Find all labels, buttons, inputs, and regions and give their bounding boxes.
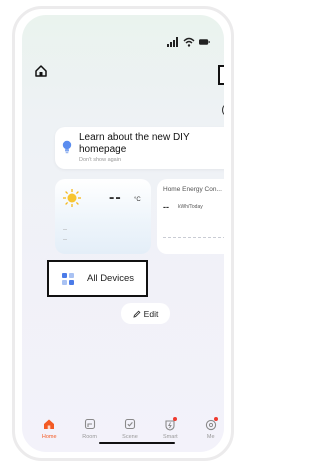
tab-room-label: Room (82, 434, 97, 440)
add-button[interactable] (218, 65, 224, 85)
notification-dot (213, 417, 218, 421)
weather-detail-2: -- (63, 237, 67, 243)
scene-icon (124, 418, 136, 430)
banner-dismiss-link[interactable]: Don't show again (79, 157, 121, 163)
pencil-icon (133, 310, 141, 318)
edit-button[interactable]: Edit (121, 303, 170, 324)
wifi-icon (183, 37, 195, 47)
smart-icon-wrap (164, 417, 178, 431)
app-screen: Learn about the new DIY homepage Don't s… (22, 15, 224, 452)
tab-me[interactable]: Me (193, 417, 224, 440)
weather-card[interactable]: -- °C -- -- (55, 179, 151, 254)
all-devices-label: All Devices (87, 273, 134, 284)
temperature-value: -- (109, 189, 122, 206)
weather-detail-1: -- (63, 227, 67, 233)
bottom-tab-bar: Home Room Scene Smart Me (29, 417, 224, 452)
phone-frame: Learn about the new DIY homepage Don't s… (12, 6, 234, 461)
energy-title: Home Energy Con... (163, 186, 222, 193)
tab-home[interactable]: Home (31, 418, 67, 440)
battery-icon (199, 39, 210, 45)
tab-me-label: Me (206, 434, 215, 440)
room-icon (84, 418, 95, 430)
banner-title: Learn about the new DIY homepage (79, 132, 190, 155)
tab-smart[interactable]: Smart (152, 417, 188, 440)
temperature-unit: °C (134, 197, 141, 203)
me-icon-wrap (205, 417, 218, 431)
signal-icon (167, 37, 178, 47)
tab-room[interactable]: Room (72, 418, 108, 440)
energy-placeholder-line (163, 237, 224, 238)
lightbulb-icon (62, 140, 72, 154)
energy-card[interactable]: Home Energy Con... -- kWh/Today (157, 179, 224, 254)
grid-icon (62, 272, 74, 285)
tab-home-label: Home (41, 434, 57, 440)
status-bar (167, 37, 210, 47)
sun-cloud-icon (63, 189, 81, 207)
diy-homepage-banner[interactable]: Learn about the new DIY homepage Don't s… (55, 127, 224, 169)
tab-smart-label: Smart (163, 434, 178, 440)
edit-label: Edit (143, 308, 159, 319)
plus-icon (223, 69, 224, 81)
energy-value: -- (163, 202, 169, 212)
notification-dot (173, 417, 178, 421)
all-devices-button[interactable]: All Devices (47, 260, 148, 297)
tab-scene-label: Scene (122, 434, 138, 440)
home-icon[interactable] (34, 64, 48, 78)
more-options-button[interactable] (222, 103, 224, 117)
home-filled-icon (44, 419, 55, 429)
tab-scene[interactable]: Scene (112, 418, 148, 440)
energy-unit: kWh/Today (178, 204, 203, 210)
home-indicator (99, 442, 175, 444)
